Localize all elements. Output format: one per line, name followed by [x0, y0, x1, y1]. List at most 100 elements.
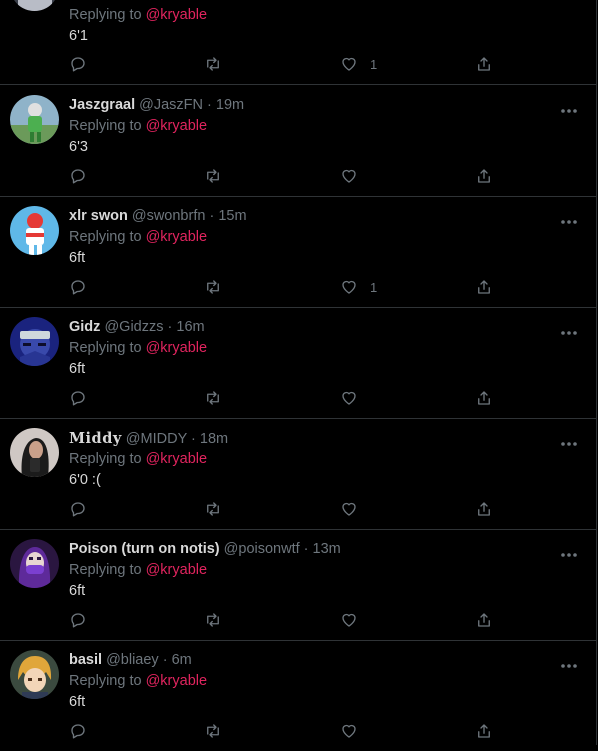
timestamp[interactable]: 6m — [172, 652, 192, 668]
retweet-button[interactable] — [204, 53, 222, 75]
like-button[interactable]: 1 — [340, 276, 377, 298]
more-button[interactable] — [560, 101, 578, 113]
like-button[interactable] — [340, 720, 370, 742]
replying-to: Replying to @kryable — [69, 229, 207, 245]
mention-link[interactable]: @kryable — [146, 673, 207, 689]
like-icon — [342, 502, 356, 516]
handle[interactable]: @swonbrfn — [132, 208, 206, 224]
retweet-button[interactable] — [204, 276, 222, 298]
retweet-button[interactable] — [204, 609, 222, 631]
like-button[interactable] — [340, 387, 370, 409]
avatar[interactable] — [10, 206, 59, 255]
mention-link[interactable]: @kryable — [146, 451, 207, 467]
display-name[interactable]: basil — [69, 652, 102, 668]
display-name[interactable]: Jaszgraal — [69, 97, 135, 113]
mention-link[interactable]: @kryable — [146, 562, 207, 578]
reply-tweet[interactable]: xlr swon @swonbrfn · 15m Replying to @kr… — [0, 196, 596, 308]
display-name[interactable]: Gidz — [69, 319, 100, 335]
like-count: 1 — [370, 279, 378, 295]
avatar[interactable] — [10, 0, 59, 11]
avatar-green-character-icon — [10, 95, 59, 144]
reply-button[interactable] — [69, 720, 87, 742]
like-button[interactable] — [340, 498, 370, 520]
avatar-anime-boy-icon — [10, 650, 59, 699]
reply-tweet[interactable]: 𝐌𝐢𝐝𝐝𝐲 @MIDDY · 18m Replying to @kryable … — [0, 418, 596, 530]
like-icon — [342, 169, 356, 183]
avatar[interactable] — [10, 539, 59, 588]
share-button[interactable] — [475, 165, 493, 187]
avatar[interactable] — [10, 650, 59, 699]
share-icon — [478, 724, 490, 738]
more-icon — [561, 442, 577, 446]
mention-link[interactable]: @kryable — [146, 340, 207, 356]
mention-link[interactable]: @kryable — [146, 7, 207, 23]
display-name[interactable]: xlr swon — [69, 208, 128, 224]
retweet-icon — [207, 169, 219, 183]
retweet-icon — [207, 502, 219, 516]
like-icon — [342, 613, 356, 627]
tweet-header: Poison (turn on notis) @poisonwtf · 13m — [69, 541, 341, 559]
share-button[interactable] — [475, 387, 493, 409]
more-button[interactable] — [560, 434, 578, 446]
reply-button[interactable] — [69, 498, 87, 520]
reply-button[interactable] — [69, 165, 87, 187]
replying-label: Replying to — [69, 562, 142, 578]
replying-label: Replying to — [69, 340, 142, 356]
timestamp[interactable]: 18m — [200, 431, 228, 447]
share-button[interactable] — [475, 720, 493, 742]
retweet-icon — [207, 57, 219, 71]
like-button[interactable] — [340, 165, 370, 187]
reply-button[interactable] — [69, 609, 87, 631]
handle[interactable]: @bliaey — [106, 652, 159, 668]
tweet-header: basil @bliaey · 6m — [69, 652, 192, 670]
avatar[interactable] — [10, 428, 59, 477]
reply-tweet[interactable]: Jaszgraal @JaszFN · 19m Replying to @kry… — [0, 85, 596, 197]
avatar[interactable] — [10, 317, 59, 366]
mention-link[interactable]: @kryable — [146, 118, 207, 134]
reply-tweet[interactable]: basil @bliaey · 6m Replying to @kryable … — [0, 640, 596, 751]
reply-button[interactable] — [69, 276, 87, 298]
mention-link[interactable]: @kryable — [146, 229, 207, 245]
handle[interactable]: @JaszFN — [139, 97, 203, 113]
share-icon — [478, 391, 490, 405]
reply-button[interactable] — [69, 53, 87, 75]
timestamp[interactable]: 16m — [176, 319, 204, 335]
share-button[interactable] — [475, 609, 493, 631]
reply-icon — [71, 391, 85, 406]
retweet-button[interactable] — [204, 720, 222, 742]
replying-to: Replying to @kryable — [69, 118, 207, 134]
timestamp[interactable]: 13m — [313, 541, 341, 557]
reply-button[interactable] — [69, 387, 87, 409]
timestamp[interactable]: 15m — [218, 208, 246, 224]
retweet-button[interactable] — [204, 165, 222, 187]
retweet-button[interactable] — [204, 387, 222, 409]
more-button[interactable] — [560, 323, 578, 335]
tweet-actions — [69, 165, 509, 187]
handle[interactable]: @Gidzzs — [104, 319, 163, 335]
more-icon — [561, 553, 577, 557]
separator-dot: · — [207, 97, 212, 113]
like-button[interactable] — [340, 609, 370, 631]
reply-tweet[interactable]: Poison (turn on notis) @poisonwtf · 13m … — [0, 529, 596, 641]
more-button[interactable] — [560, 212, 578, 224]
handle[interactable]: @poisonwtf — [224, 541, 300, 557]
display-name[interactable]: Poison (turn on notis) — [69, 541, 220, 557]
avatar[interactable] — [10, 95, 59, 144]
display-name[interactable]: 𝐌𝐢𝐝𝐝𝐲 — [69, 430, 122, 447]
reply-tweet[interactable]: Gidz @Gidzzs · 16m Replying to @kryable … — [0, 307, 596, 419]
retweet-icon — [207, 613, 219, 627]
more-button[interactable] — [560, 656, 578, 668]
avatar-white-figure-icon — [10, 0, 59, 11]
retweet-button[interactable] — [204, 498, 222, 520]
handle[interactable]: @MIDDY — [126, 431, 187, 447]
reply-tweet[interactable]: Replying to @kryable 6'1 1 — [0, 0, 596, 85]
separator-dot: · — [191, 431, 196, 447]
like-icon — [342, 280, 356, 294]
replying-to: Replying to @kryable — [69, 451, 207, 467]
more-button[interactable] — [560, 545, 578, 557]
share-button[interactable] — [475, 53, 493, 75]
like-button[interactable]: 1 — [340, 53, 377, 75]
share-button[interactable] — [475, 498, 493, 520]
timestamp[interactable]: 19m — [216, 97, 244, 113]
share-button[interactable] — [475, 276, 493, 298]
